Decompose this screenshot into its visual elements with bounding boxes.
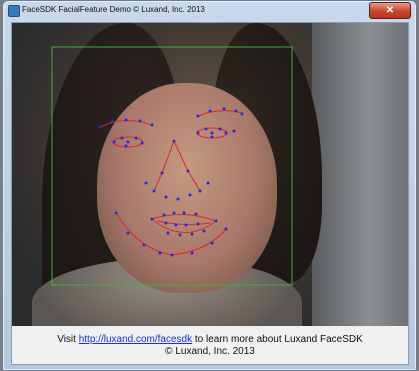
- face-detection-box: [51, 46, 293, 286]
- client-area: Visit http://luxand.com/facesdk to learn…: [11, 22, 409, 365]
- facial-feature-overlay: [51, 46, 293, 286]
- facesdk-link[interactable]: http://luxand.com/facesdk: [79, 334, 192, 345]
- copyright-text: © Luxand, Inc. 2013: [165, 346, 255, 357]
- visit-suffix: to learn more about Luxand FaceSDK: [194, 334, 363, 345]
- footer-info: Visit http://luxand.com/facesdk to learn…: [12, 326, 408, 364]
- app-window: FaceSDK FacialFeature Demo © Luxand, Inc…: [2, 0, 417, 371]
- visit-prefix: Visit: [57, 334, 76, 345]
- camera-view: [12, 23, 408, 326]
- app-icon: [8, 5, 20, 17]
- window-title: FaceSDK FacialFeature Demo © Luxand, Inc…: [22, 5, 205, 14]
- title-bar[interactable]: FaceSDK FacialFeature Demo © Luxand, Inc…: [3, 1, 416, 21]
- nose-line: [153, 140, 201, 192]
- close-button[interactable]: ✕: [369, 2, 411, 19]
